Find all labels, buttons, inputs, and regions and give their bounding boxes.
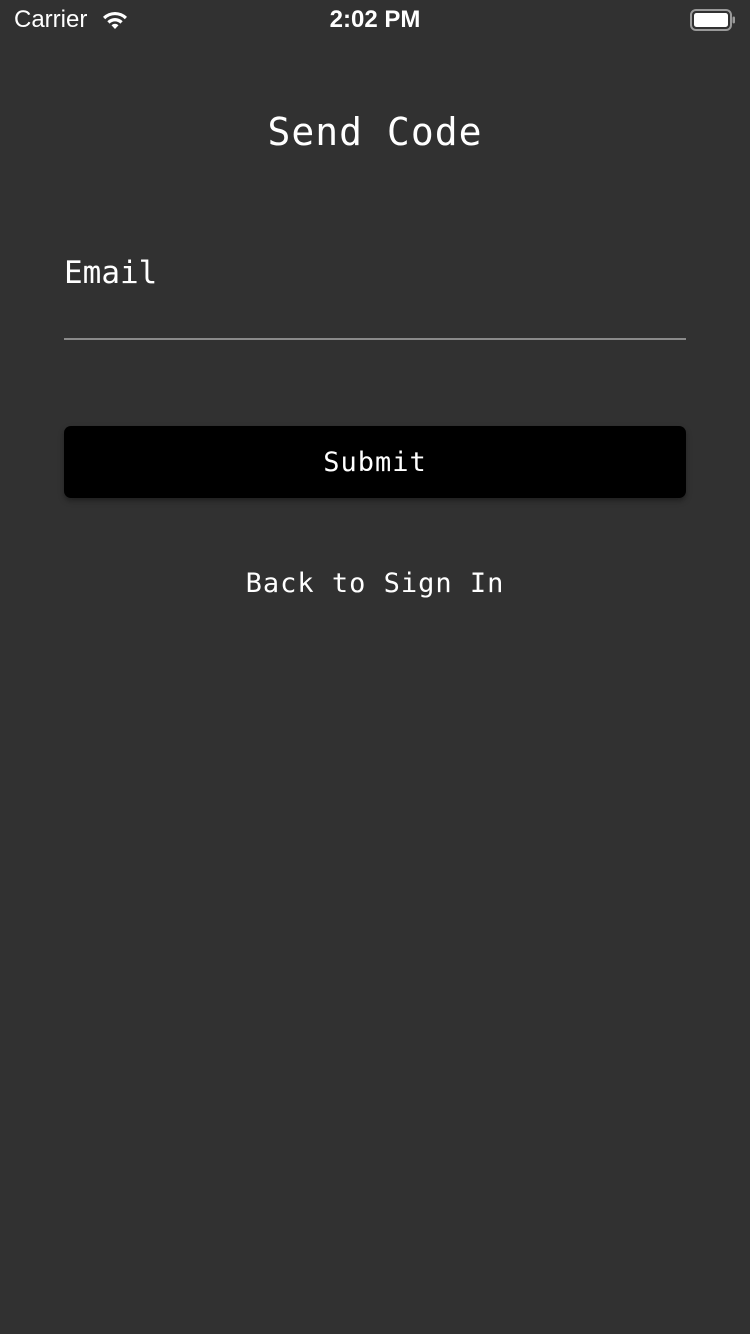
back-to-sign-in-link[interactable]: Back to Sign In — [0, 566, 750, 602]
email-input[interactable] — [64, 250, 686, 340]
battery-full-icon — [690, 9, 735, 31]
send-code-screen: Carrier 2:02 PM Send Code Submit Back to… — [0, 0, 750, 1334]
submit-button[interactable]: Submit — [64, 426, 686, 498]
status-time: 2:02 PM — [329, 6, 421, 33]
status-bar: Carrier 2:02 PM — [0, 0, 750, 40]
email-field — [64, 250, 686, 342]
page-title: Send Code — [267, 110, 483, 154]
